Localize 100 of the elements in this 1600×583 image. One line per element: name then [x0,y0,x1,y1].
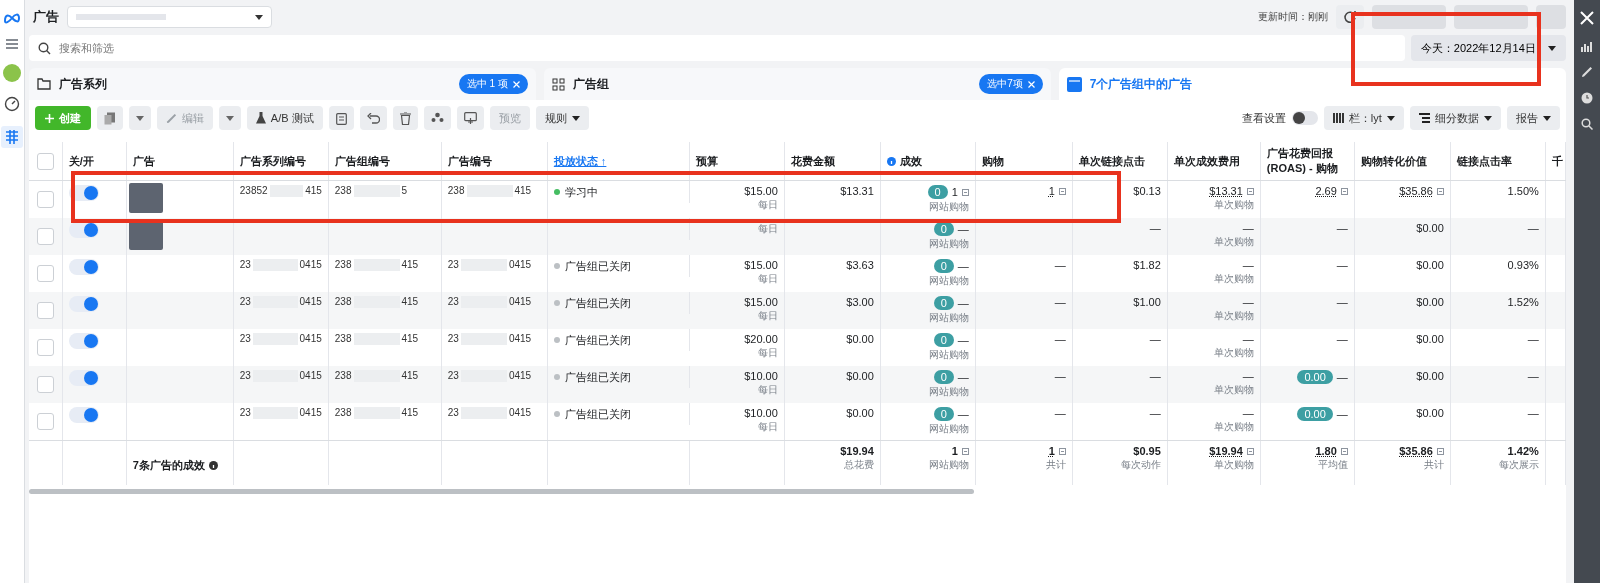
column-header[interactable]: 广告系列编号 [233,142,329,180]
metric-caption: 单次购物 [1213,420,1254,434]
column-header[interactable]: 链接点击率 [1450,142,1546,180]
column-header[interactable]: 关/开 [62,142,127,180]
grid-icon [551,77,565,91]
column-header[interactable]: 花费金额 [784,142,881,180]
column-header[interactable]: 投放状态 ↑ [547,142,690,180]
view-settings-switch[interactable] [1291,111,1318,125]
metric-value: 2.69 [1315,185,1337,197]
menu-icon[interactable] [4,38,19,50]
id-fragment: 0415 [299,407,322,418]
row-checkbox[interactable] [36,302,54,319]
column-header[interactable]: 单次成效费用 [1167,142,1261,180]
select-all-checkbox[interactable] [36,152,54,170]
zoom-icon[interactable] [1580,118,1593,130]
metric-value: — [957,260,969,272]
date-range-button[interactable]: 今天：2022年12月14日 [1410,35,1566,61]
ad-toggle[interactable] [68,259,99,275]
metric-value: $0.00 [1416,370,1444,382]
ad-toggle[interactable] [68,296,99,312]
update-time: 更新时间：刚刚 [1257,10,1328,24]
id-fragment: 23 [239,296,251,307]
delete-button[interactable] [392,106,418,130]
metric-value: 1.42% [1507,445,1539,457]
id-fragment: 415 [401,333,419,344]
metric-value: 1.80 [1315,445,1337,457]
tab-label: 广告组 [572,75,609,93]
result-badge: 0.00 [1297,407,1333,421]
dropdown-button[interactable] [128,106,151,130]
share-button[interactable] [456,106,484,130]
column-header[interactable]: 成效 [899,153,922,169]
monitor-icon [463,112,477,124]
scrollbar-thumb[interactable] [28,489,974,494]
level-tab[interactable]: 7个广告组中的广告 [1058,68,1566,100]
ad-toggle[interactable] [68,370,99,386]
column-header[interactable]: 预算 [689,142,785,180]
clock-icon[interactable] [1580,92,1593,104]
selection-chip[interactable]: 选中7项 [979,74,1043,94]
id-fragment: 238 [334,333,352,344]
column-header[interactable]: 单次链接点击 [1072,142,1168,180]
duplicate-button[interactable] [96,106,123,130]
row-checkbox[interactable] [36,376,54,393]
column-header[interactable]: 千 [1545,142,1566,180]
columns-button[interactable]: 栏：lyt [1323,106,1404,130]
budget-value: $20.00 [744,333,778,345]
row-checkbox[interactable] [36,339,54,356]
metric-value: — [957,297,969,309]
metric-value: — [1242,296,1254,308]
close-icon[interactable] [1578,10,1595,26]
pencil-icon [165,112,177,124]
table-icon[interactable] [0,126,23,148]
row-checkbox[interactable] [36,265,54,282]
bar-chart-icon[interactable] [1580,40,1593,52]
undo-icon [366,112,380,124]
rules-button[interactable]: 规则 [535,106,589,130]
search-field[interactable]: 搜索和筛选 [28,35,1405,61]
metric-value: — [957,223,969,235]
plus-icon [44,113,54,123]
reports-button[interactable]: 报告 [1506,106,1560,130]
undo-button[interactable] [359,106,387,130]
column-header[interactable]: 广告花费回报 (ROAS) - 购物 [1260,142,1355,180]
clipboard-icon [335,111,347,125]
clipboard-button[interactable] [328,106,354,130]
metric-value: 0.93% [1507,259,1539,271]
column-header[interactable]: 广告组编号 [328,142,442,180]
result-badge: 0.00 [1297,370,1333,384]
level-tab[interactable]: 广告组 选中7项 [543,68,1051,100]
dropdown-button[interactable] [218,106,241,130]
metric-caption: 单次购物 [1213,309,1254,323]
row-checkbox[interactable] [36,413,54,430]
metric-value: $0.00 [1416,259,1444,271]
row-checkbox[interactable] [36,228,54,245]
budget-caption: 每日 [757,198,778,212]
column-header[interactable]: 广告编号 [441,142,548,180]
breakdown-button[interactable]: 细分数据 [1409,106,1501,130]
metric-value: $35.86 [1399,445,1433,457]
gauge-icon[interactable] [3,96,20,112]
metric-value: — [957,334,969,346]
budget-value: $15.00 [744,296,778,308]
id-fragment: 0415 [299,333,322,344]
id-fragment: 23 [239,333,251,344]
result-badge: 0 [927,185,948,199]
metric-caption: 单次购物 [1213,458,1254,472]
ad-toggle[interactable] [68,333,99,349]
metric-caption: 共计 [1423,458,1444,472]
ab-test-button[interactable]: A/B 测试 [246,106,323,130]
selection-chip[interactable]: 选中 1 项 [458,74,528,94]
level-tab[interactable]: 广告系列 选中 1 项 [28,68,536,100]
ad-toggle[interactable] [68,407,99,423]
column-header[interactable]: 广告 [126,142,234,180]
column-header[interactable]: 购物转化价值 [1354,142,1451,180]
page-title: 广告 [32,8,59,26]
column-header[interactable]: 购物 [975,142,1073,180]
id-fragment: 0415 [508,370,532,381]
people-button[interactable] [423,106,451,130]
pencil-icon[interactable] [1580,66,1593,78]
metric-caption: 网站购物 [928,237,969,251]
metric-value: $1.00 [1133,296,1161,308]
row-checkbox[interactable] [36,191,54,208]
budget-value: $10.00 [744,370,778,382]
